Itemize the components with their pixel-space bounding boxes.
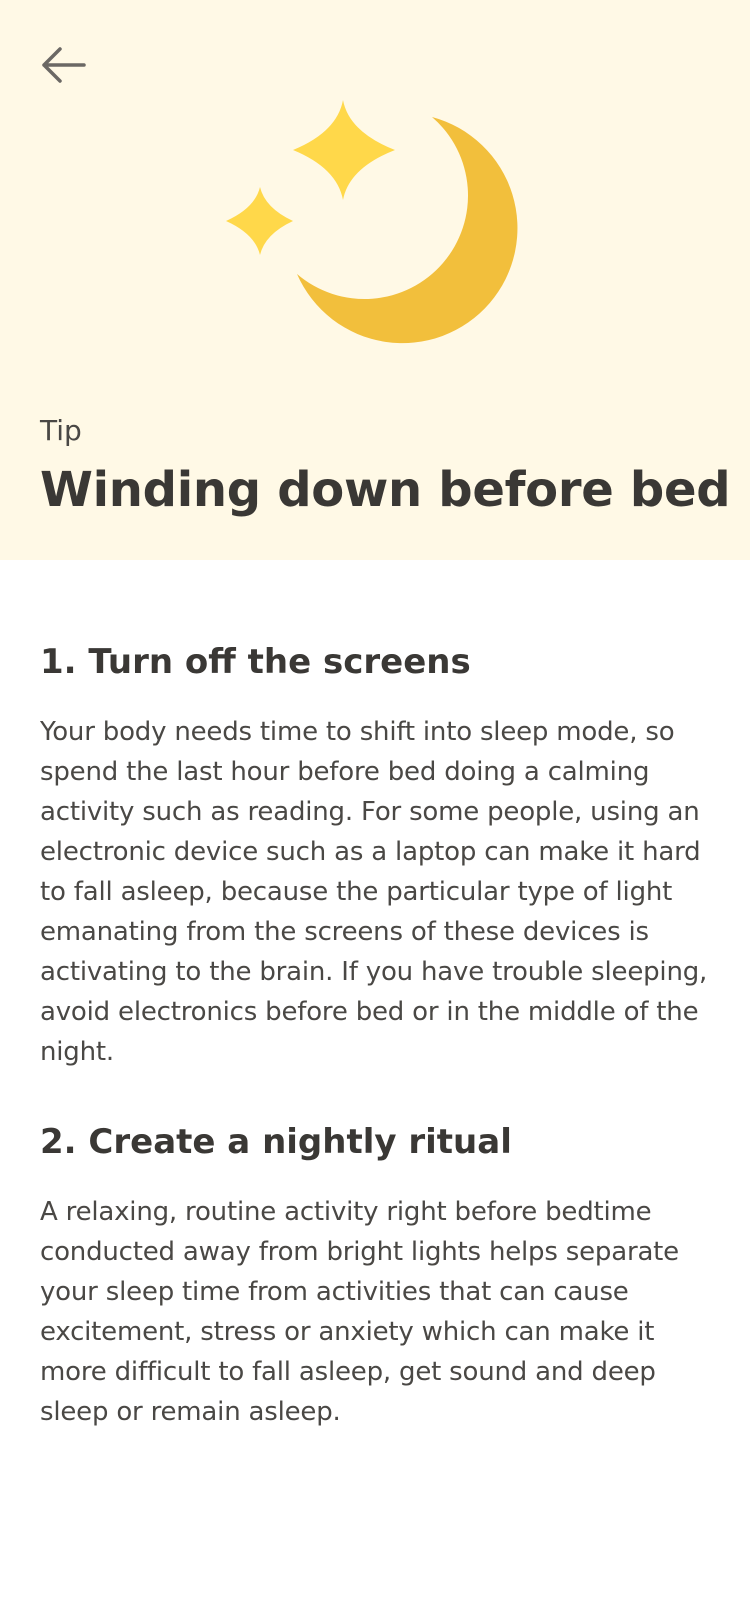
page-title: Winding down before bed: [40, 462, 731, 518]
section-heading: 2. Create a nightly ritual: [40, 1122, 512, 1162]
tip-header: Tip Winding down before bed: [0, 0, 750, 560]
section-body: A relaxing, routine activity right befor…: [40, 1197, 679, 1427]
small-star-icon: [226, 187, 293, 255]
large-star-icon: [293, 100, 395, 200]
article-content: 1. Turn off the screens Your body needs …: [0, 560, 750, 1432]
arrow-left-icon: [42, 47, 86, 83]
section-heading: 1. Turn off the screens: [40, 642, 471, 682]
moon-and-stars-icon: [226, 100, 518, 344]
section-nightly-ritual: 2. Create a nightly ritual A relaxing, r…: [40, 1118, 710, 1432]
section-turn-off-screens: 1. Turn off the screens Your body needs …: [40, 638, 710, 1072]
tip-label: Tip: [40, 414, 82, 447]
section-body: Your body needs time to shift into sleep…: [40, 717, 708, 1067]
back-button[interactable]: [28, 30, 98, 100]
